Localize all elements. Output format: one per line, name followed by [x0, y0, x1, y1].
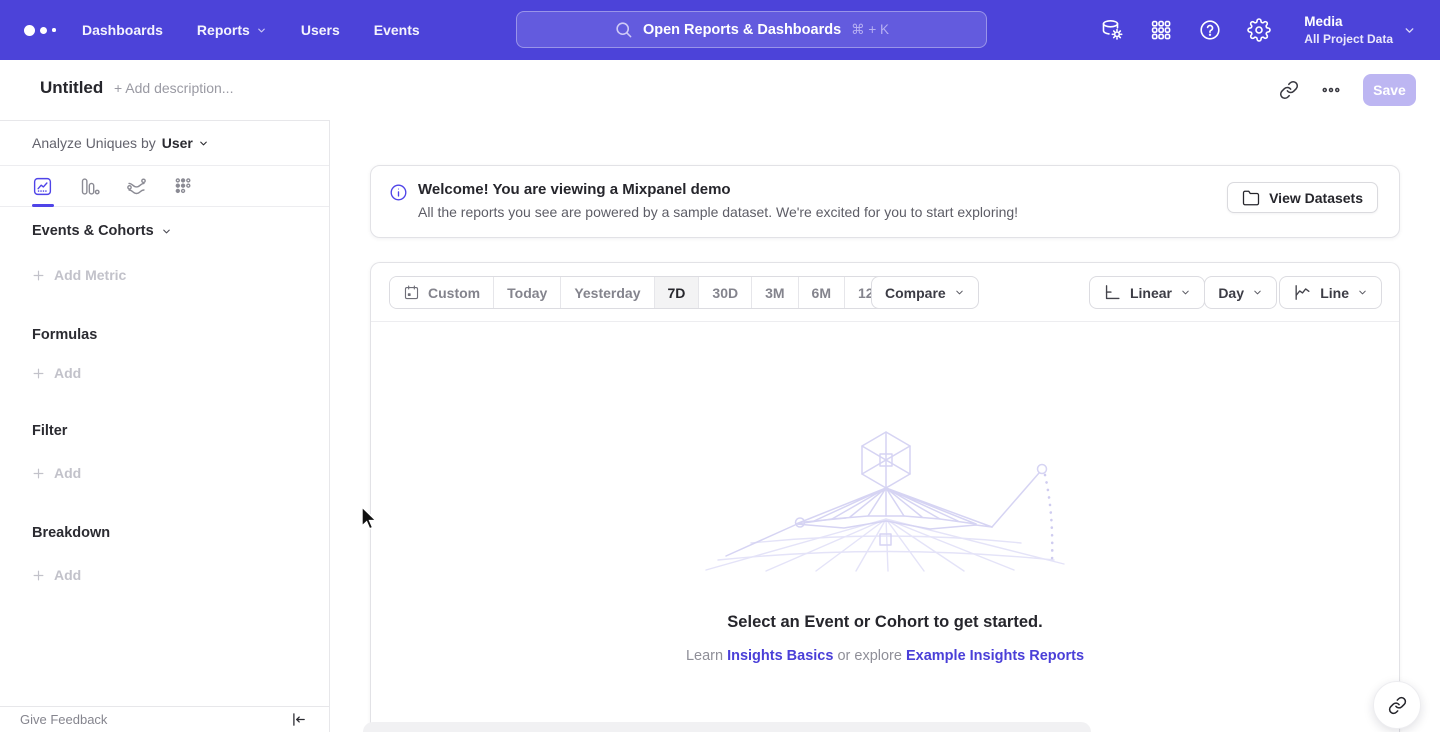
nav-item-reports[interactable]: Reports	[197, 22, 267, 38]
breakdown-header: Breakdown	[32, 525, 110, 541]
demo-welcome-banner: Welcome! You are viewing a Mixpanel demo…	[370, 165, 1400, 238]
nav-item-label: Users	[301, 22, 340, 38]
chevron-down-icon	[1180, 287, 1191, 298]
plus-icon	[32, 367, 45, 380]
report-description-placeholder[interactable]: + Add description...	[114, 80, 233, 96]
add-formula-button[interactable]: Add	[32, 365, 81, 381]
line-chart-icon	[1293, 283, 1312, 302]
plus-icon	[32, 467, 45, 480]
chevron-down-icon	[256, 25, 267, 36]
nav-item-label: Reports	[197, 22, 250, 38]
nav-item-events[interactable]: Events	[374, 22, 420, 38]
search-icon	[614, 20, 633, 39]
tab-flows[interactable]	[126, 176, 147, 197]
filter-header: Filter	[32, 423, 67, 439]
help-icon[interactable]	[1198, 18, 1222, 42]
compare-dropdown[interactable]: Compare	[871, 276, 979, 309]
linear-scale-icon	[1103, 283, 1122, 302]
insights-report-card: Custom Today Yesterday 7D 30D 3M 6M 12M …	[370, 262, 1400, 732]
nav-item-label: Events	[374, 22, 420, 38]
report-toolbar: Custom Today Yesterday 7D 30D 3M 6M 12M …	[371, 263, 1399, 322]
global-search-bar[interactable]: Open Reports & Dashboards ⌘ + K	[516, 11, 987, 48]
project-switcher[interactable]: Media All Project Data	[1304, 13, 1416, 47]
banner-title: Welcome! You are viewing a Mixpanel demo	[418, 181, 731, 198]
analyze-by-dropdown[interactable]: User	[162, 135, 209, 151]
range-custom[interactable]: Custom	[390, 277, 493, 308]
next-section-peek	[363, 722, 1091, 732]
add-filter-button[interactable]: Add	[32, 465, 81, 481]
chevron-down-icon	[1252, 287, 1263, 298]
nav-item-users[interactable]: Users	[301, 22, 340, 38]
nav-item-label: Dashboards	[82, 22, 163, 38]
apps-grid-icon[interactable]	[1149, 18, 1173, 42]
empty-state-illustration	[696, 422, 1076, 572]
add-metric-button[interactable]: Add Metric	[32, 267, 126, 283]
report-header: Untitled + Add description... Save	[0, 60, 1440, 120]
insights-basics-link[interactable]: Insights Basics	[727, 648, 833, 664]
add-breakdown-button[interactable]: Add	[32, 567, 81, 583]
nav-item-dashboards[interactable]: Dashboards	[82, 22, 163, 38]
report-title[interactable]: Untitled	[40, 78, 103, 98]
chevron-down-icon	[1403, 24, 1416, 37]
date-range-group: Custom Today Yesterday 7D 30D 3M 6M 12M	[389, 276, 899, 309]
formulas-header: Formulas	[32, 327, 97, 343]
nav-right-cluster: Media All Project Data	[1100, 0, 1440, 60]
example-reports-link[interactable]: Example Insights Reports	[906, 648, 1084, 664]
empty-state-title: Select an Event or Cohort to get started…	[371, 613, 1399, 632]
plus-icon	[32, 569, 45, 582]
link-icon	[1388, 696, 1407, 715]
query-builder-sidebar: Analyze Uniques by User Events & Cohorts…	[0, 120, 330, 732]
copy-link-icon[interactable]	[1279, 80, 1299, 100]
scale-dropdown[interactable]: Linear	[1089, 276, 1205, 309]
search-shortcut: ⌘ + K	[851, 22, 889, 38]
save-button[interactable]: Save	[1363, 74, 1416, 106]
range-today[interactable]: Today	[493, 277, 560, 308]
tab-retention[interactable]	[173, 176, 194, 197]
interval-dropdown[interactable]: Day	[1204, 276, 1277, 309]
floating-share-link-button[interactable]	[1373, 681, 1421, 729]
active-tab-indicator	[32, 204, 54, 207]
visualization-tabs	[0, 166, 329, 207]
range-yesterday[interactable]: Yesterday	[560, 277, 653, 308]
calendar-icon	[403, 284, 420, 301]
give-feedback-link[interactable]: Give Feedback	[20, 712, 107, 727]
chevron-down-icon	[1357, 287, 1368, 298]
settings-gear-icon[interactable]	[1247, 18, 1271, 42]
empty-state-hint: Learn Insights Basics or explore Example…	[371, 648, 1399, 664]
top-navigation: Dashboards Reports Users Events Open Rep…	[0, 0, 1440, 60]
events-cohorts-header[interactable]: Events & Cohorts	[32, 223, 172, 239]
mixpanel-logo-icon[interactable]	[24, 25, 60, 36]
range-30d[interactable]: 30D	[698, 277, 751, 308]
chevron-down-icon	[161, 226, 172, 237]
chart-type-dropdown[interactable]: Line	[1279, 276, 1382, 309]
range-7d[interactable]: 7D	[654, 277, 699, 308]
range-6m[interactable]: 6M	[798, 277, 844, 308]
tab-funnels[interactable]	[79, 176, 100, 197]
banner-subtitle: All the reports you see are powered by a…	[418, 204, 1018, 220]
project-scope: All Project Data	[1304, 31, 1393, 47]
collapse-sidebar-icon[interactable]	[290, 711, 307, 728]
more-options-icon[interactable]	[1321, 80, 1341, 100]
chevron-down-icon	[198, 138, 209, 149]
analyze-label: Analyze Uniques by	[32, 135, 156, 151]
view-datasets-button[interactable]: View Datasets	[1227, 182, 1378, 213]
info-icon	[389, 183, 408, 202]
tab-insights[interactable]	[32, 176, 53, 197]
range-3m[interactable]: 3M	[751, 277, 797, 308]
primary-nav: Dashboards Reports Users Events	[82, 22, 420, 38]
chevron-down-icon	[954, 287, 965, 298]
project-name: Media	[1304, 13, 1393, 31]
folder-icon	[1242, 189, 1260, 207]
plus-icon	[32, 269, 45, 282]
search-placeholder: Open Reports & Dashboards	[643, 22, 841, 38]
data-management-icon[interactable]	[1100, 18, 1124, 42]
